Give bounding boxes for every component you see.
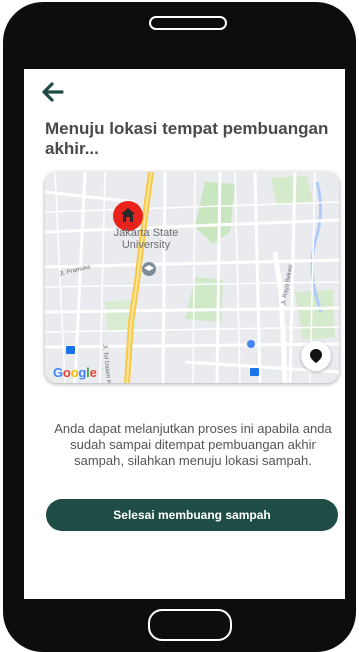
app-screen: Menuju lokasi tempat pembuangan akhir... <box>24 69 345 599</box>
finish-dumping-button[interactable]: Selesai membuang sampah <box>46 499 338 531</box>
page-title: Menuju lokasi tempat pembuangan akhir... <box>45 119 329 158</box>
place-label: Jakarta State University <box>111 227 181 251</box>
home-icon <box>121 208 135 222</box>
map-tiles <box>45 172 339 383</box>
arrow-left-icon <box>42 82 64 102</box>
phone-frame: Menuju lokasi tempat pembuangan akhir... <box>3 2 356 652</box>
place-label-line1: Jakarta State <box>113 227 179 239</box>
back-button[interactable] <box>40 81 66 103</box>
phone-home-button[interactable] <box>148 609 232 641</box>
google-logo: Google <box>53 365 97 380</box>
instruction-text: Anda dapat melanjutkan proses ini apabil… <box>54 421 332 468</box>
place-label-line2: University <box>121 239 171 251</box>
location-pin-icon <box>310 349 322 363</box>
my-location-button[interactable] <box>301 341 331 371</box>
phone-speaker <box>149 16 227 30</box>
map-view[interactable]: Jakarta State University Jl. Pramuka Jl.… <box>45 172 339 383</box>
